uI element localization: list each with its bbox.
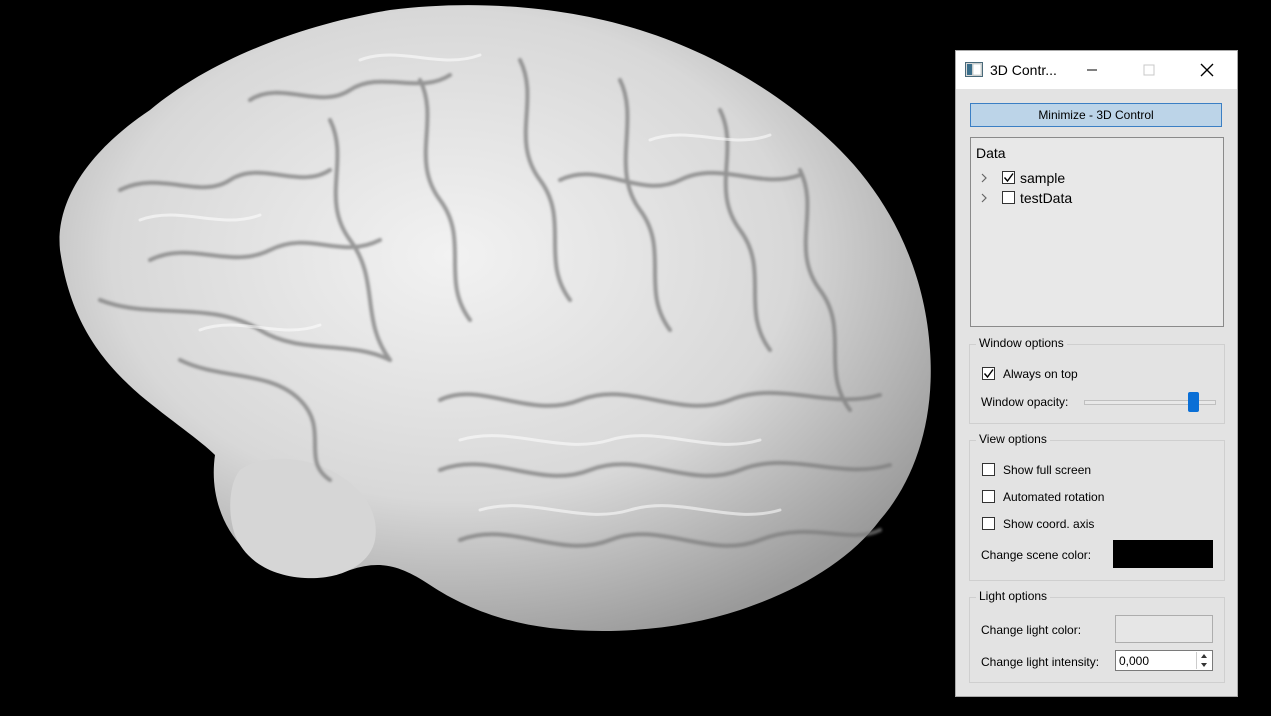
minimize-3d-control-button[interactable]: Minimize - 3D Control — [970, 103, 1222, 127]
group-title: View options — [976, 432, 1050, 446]
group-title: Window options — [976, 336, 1067, 350]
show-coord-axis-checkbox[interactable] — [982, 517, 995, 530]
maximize-icon — [1143, 64, 1155, 76]
window-opacity-label: Window opacity: — [981, 395, 1069, 409]
spin-up-icon[interactable] — [1197, 652, 1211, 660]
tree-item-label: sample — [1020, 170, 1066, 186]
opacity-slider-thumb[interactable] — [1188, 392, 1200, 412]
minimize-icon — [1087, 69, 1097, 71]
checkmark-icon — [983, 369, 994, 379]
always-on-top-label: Always on top — [1003, 367, 1078, 381]
tree-item-sample[interactable]: sample — [971, 168, 1221, 188]
always-on-top-checkbox[interactable] — [982, 367, 995, 380]
window-title: 3D Contr... — [990, 62, 1057, 78]
spin-down-icon[interactable] — [1197, 661, 1211, 669]
show-full-screen-checkbox[interactable] — [982, 463, 995, 476]
light-color-swatch-button[interactable] — [1115, 615, 1213, 643]
scene-color-swatch-button[interactable] — [1113, 540, 1213, 568]
tree-item-testdata[interactable]: testData — [971, 188, 1221, 208]
window-options-group: Window options Always on top Window opac… — [969, 336, 1225, 424]
brain-model[interactable] — [0, 0, 955, 713]
scene-color-label: Change scene color: — [981, 548, 1092, 562]
light-color-label: Change light color: — [981, 623, 1082, 637]
automated-rotation-label: Automated rotation — [1003, 490, 1105, 504]
show-full-screen-label: Show full screen — [1003, 463, 1092, 477]
light-options-group: Light options Change light color: Change… — [969, 589, 1225, 683]
automated-rotation-checkbox[interactable] — [982, 490, 995, 503]
checkmark-icon — [1003, 173, 1014, 183]
chevron-right-icon[interactable] — [980, 193, 988, 203]
tree-item-label: testData — [1020, 190, 1073, 206]
maximize-window-button[interactable] — [1126, 51, 1172, 89]
minimize-window-button[interactable] — [1069, 51, 1115, 89]
tree-header: Data — [976, 145, 1006, 161]
sample-checkbox[interactable] — [1002, 171, 1015, 184]
data-tree[interactable]: Data sample testData — [970, 137, 1224, 327]
app-icon — [965, 62, 983, 77]
panel-body: Minimize - 3D Control Data sample testDa… — [956, 89, 1237, 696]
light-intensity-label: Change light intensity: — [981, 655, 1100, 669]
close-window-button[interactable] — [1184, 51, 1230, 89]
group-title: Light options — [976, 589, 1051, 603]
light-intensity-value: 0,000 — [1119, 654, 1150, 668]
light-intensity-spinbox[interactable]: 0,000 — [1115, 650, 1213, 671]
view-options-group: View options Show full screen Automated … — [969, 432, 1225, 581]
title-bar[interactable]: 3D Contr... — [956, 51, 1237, 89]
testdata-checkbox[interactable] — [1002, 191, 1015, 204]
close-icon — [1200, 63, 1214, 77]
3d-control-window[interactable]: 3D Contr... Minimize - 3D Control Data s… — [955, 50, 1238, 697]
chevron-right-icon[interactable] — [980, 173, 988, 183]
spin-buttons — [1196, 652, 1211, 669]
show-coord-axis-label: Show coord. axis — [1003, 517, 1095, 531]
